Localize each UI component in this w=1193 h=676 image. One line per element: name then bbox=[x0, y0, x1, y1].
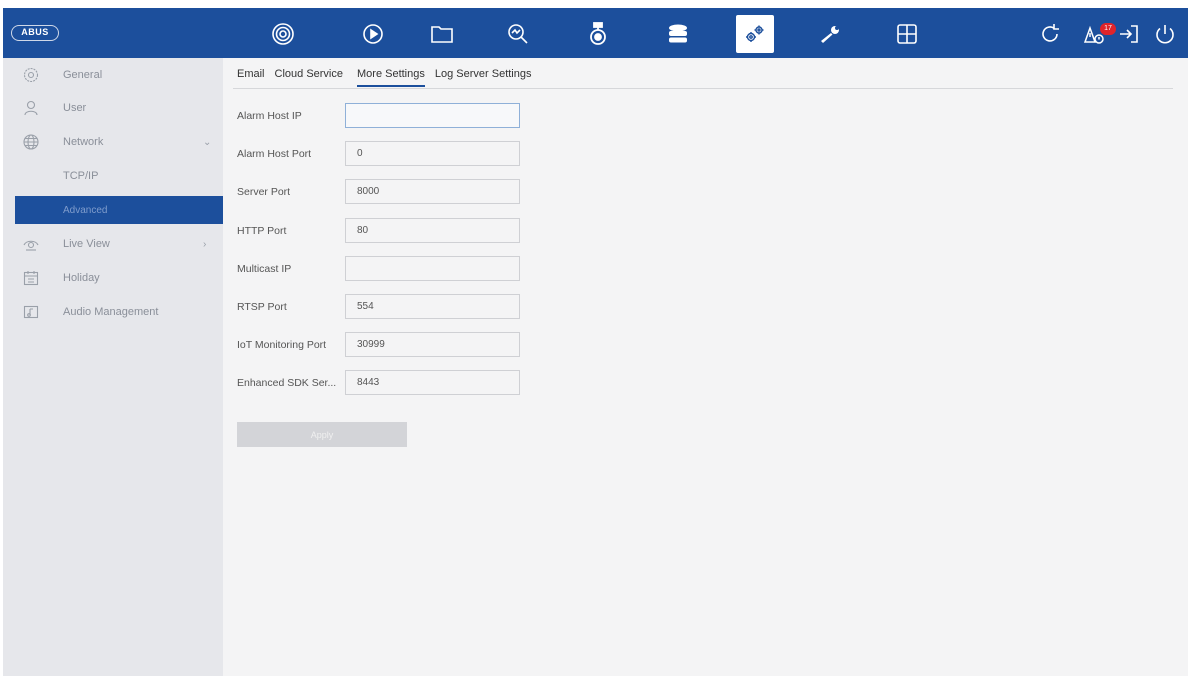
settings-icon[interactable] bbox=[736, 15, 774, 53]
sidebar-item-live-view[interactable]: Live View › bbox=[3, 229, 223, 259]
settings-content: Email Cloud Service More Settings Log Se… bbox=[223, 58, 1188, 676]
alarm-host-port-input[interactable] bbox=[345, 141, 520, 166]
http-port-input[interactable] bbox=[345, 218, 520, 243]
field-http-port: HTTP Port bbox=[237, 218, 537, 244]
server-port-input[interactable] bbox=[345, 179, 520, 204]
refresh-icon[interactable] bbox=[1038, 19, 1062, 49]
audio-icon bbox=[23, 305, 39, 319]
calendar-icon bbox=[23, 271, 39, 286]
alarm-count-badge: 17 bbox=[1100, 23, 1116, 35]
sidebar-item-user[interactable]: User bbox=[3, 93, 223, 123]
field-label: RTSP Port bbox=[237, 301, 287, 313]
tab-divider bbox=[233, 88, 1173, 89]
tab-email[interactable]: Email bbox=[237, 68, 265, 87]
multicast-ip-input[interactable] bbox=[345, 256, 520, 281]
sidebar-item-general[interactable]: General bbox=[3, 60, 223, 90]
sidebar-item-label: Advanced bbox=[63, 204, 108, 216]
sidebar-item-label: User bbox=[63, 102, 87, 114]
live-view-icon bbox=[23, 240, 39, 251]
sidebar-item-network[interactable]: Network ⌄ bbox=[3, 127, 223, 157]
field-label: Alarm Host IP bbox=[237, 110, 302, 122]
sidebar-item-tcpip[interactable]: TCP/IP bbox=[3, 161, 223, 191]
sidebar-item-label: Network bbox=[63, 136, 104, 148]
field-alarm-host-ip: Alarm Host IP bbox=[237, 103, 537, 129]
field-enhanced-sdk-service-port: Enhanced SDK Ser... bbox=[237, 370, 537, 396]
field-multicast-ip: Multicast IP bbox=[237, 256, 537, 282]
iot-monitoring-port-input[interactable] bbox=[345, 332, 520, 357]
field-label: Alarm Host Port bbox=[237, 148, 312, 160]
tab-log-server-settings[interactable]: Log Server Settings bbox=[435, 68, 532, 87]
tools-icon[interactable] bbox=[815, 19, 845, 49]
field-label: IoT Monitoring Port bbox=[237, 339, 327, 351]
apply-button[interactable]: Apply bbox=[237, 422, 407, 447]
sidebar-item-label: TCP/IP bbox=[63, 170, 99, 182]
tab-more-settings[interactable]: More Settings bbox=[357, 68, 425, 87]
globe-icon bbox=[23, 134, 39, 150]
field-alarm-host-port: Alarm Host Port bbox=[237, 141, 537, 167]
sidebar-item-label: Live View bbox=[63, 238, 110, 250]
sidebar-item-label: Holiday bbox=[63, 272, 100, 284]
field-rtsp-port: RTSP Port bbox=[237, 294, 537, 320]
sidebar-item-label: Audio Management bbox=[63, 306, 159, 318]
layout-grid-icon[interactable] bbox=[892, 19, 922, 49]
field-label: Server Port bbox=[237, 186, 291, 198]
tab-bar: Email Cloud Service More Settings Log Se… bbox=[237, 68, 532, 87]
chevron-down-icon: ⌄ bbox=[203, 136, 212, 148]
alarm-host-ip-input[interactable] bbox=[345, 103, 520, 128]
brand-logo: ABUS bbox=[11, 25, 59, 41]
search-icon[interactable] bbox=[503, 19, 533, 49]
camera-lens-icon[interactable] bbox=[268, 19, 298, 49]
folder-icon[interactable] bbox=[427, 19, 457, 49]
power-icon[interactable] bbox=[1153, 19, 1177, 49]
tab-cloud-service[interactable]: Cloud Service bbox=[275, 68, 343, 87]
field-iot-monitoring-port: IoT Monitoring Port bbox=[237, 332, 537, 358]
field-label: Multicast IP bbox=[237, 263, 292, 275]
field-label: HTTP Port bbox=[237, 225, 287, 237]
sidebar-item-holiday[interactable]: Holiday bbox=[3, 263, 223, 293]
enhanced-sdk-port-input[interactable] bbox=[345, 370, 520, 395]
field-label: Enhanced SDK Ser... bbox=[237, 377, 337, 389]
rtsp-port-input[interactable] bbox=[345, 294, 520, 319]
logout-icon[interactable] bbox=[1117, 19, 1141, 49]
ptz-camera-icon[interactable] bbox=[583, 19, 613, 49]
playback-icon[interactable] bbox=[358, 19, 388, 49]
gear-icon bbox=[23, 67, 39, 83]
top-navigation-bar: ABUS 17 bbox=[3, 8, 1188, 58]
sidebar-item-advanced[interactable]: Advanced bbox=[15, 196, 223, 224]
field-server-port: Server Port bbox=[237, 179, 537, 205]
storage-icon[interactable] bbox=[663, 19, 693, 49]
chevron-right-icon: › bbox=[203, 238, 207, 250]
sidebar: General User Network ⌄ TCP/IP Advanced L… bbox=[3, 58, 223, 676]
sidebar-item-audio-management[interactable]: Audio Management bbox=[3, 297, 223, 327]
user-icon bbox=[24, 100, 38, 116]
sidebar-item-label: General bbox=[63, 69, 103, 81]
